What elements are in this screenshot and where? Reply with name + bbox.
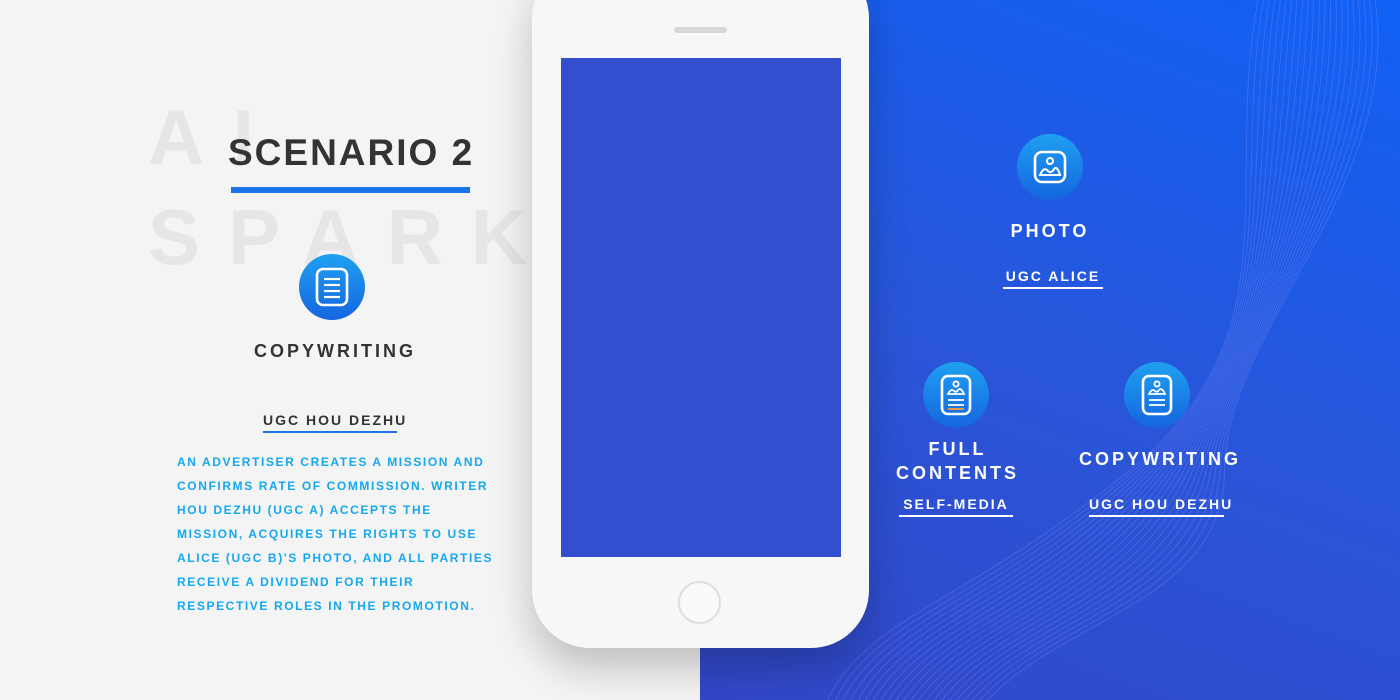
wave-line (903, 0, 1315, 700)
wave-line (964, 0, 1361, 700)
photo-icon-badge (1017, 134, 1083, 200)
wave-line (948, 0, 1349, 700)
page-title: SCENARIO 2 (228, 132, 475, 173)
wave-line (850, 0, 1276, 700)
wave-line (834, 0, 1265, 700)
copywriting-icon-badge (299, 254, 365, 320)
ugc-hou-dezhu-link[interactable]: UGC HOU DEZHU (263, 412, 405, 433)
phone-home-button (678, 581, 721, 624)
wave-line (827, 0, 1259, 700)
title-underline (231, 187, 470, 193)
wave-line (979, 0, 1373, 700)
wave-line (872, 0, 1292, 700)
wave-line (941, 0, 1343, 700)
self-media-link[interactable]: SELF-MEDIA (899, 496, 1013, 517)
wave-line (971, 0, 1367, 700)
wave-line (857, 0, 1281, 700)
phone-mockup (532, 0, 869, 648)
scenario-description: AN ADVERTISER CREATES A MISSION AND CONF… (177, 455, 494, 613)
photo-label: PHOTO (1010, 221, 1090, 241)
full-contents-icon-badge (923, 362, 989, 428)
right-copywriting-icon-badge (1124, 362, 1190, 428)
phone-speaker (674, 27, 727, 33)
document-icon (315, 267, 349, 307)
right-ugc-hou-dezhu-link[interactable]: UGC HOU DEZHU (1089, 496, 1231, 517)
wave-line (918, 0, 1326, 700)
photo-document-icon (940, 374, 972, 416)
ugc-alice-link[interactable]: UGC ALICE (1003, 268, 1103, 289)
scenario-slide: AI SPARK SCENARIO 2 COPYWRITING UGC HOU … (0, 0, 1400, 700)
copywriting-label: COPYWRITING (254, 341, 416, 361)
right-copywriting-label: COPYWRITING (1079, 449, 1241, 469)
photo-icon (1033, 150, 1067, 184)
full-contents-label-line2: CONTENTS (896, 463, 1019, 483)
phone-screen (561, 58, 841, 557)
wave-line (880, 0, 1298, 700)
full-contents-label: FULL CONTENTS (885, 437, 1030, 485)
full-contents-label-line1: FULL (928, 439, 987, 459)
photo-document-icon (1141, 374, 1173, 416)
